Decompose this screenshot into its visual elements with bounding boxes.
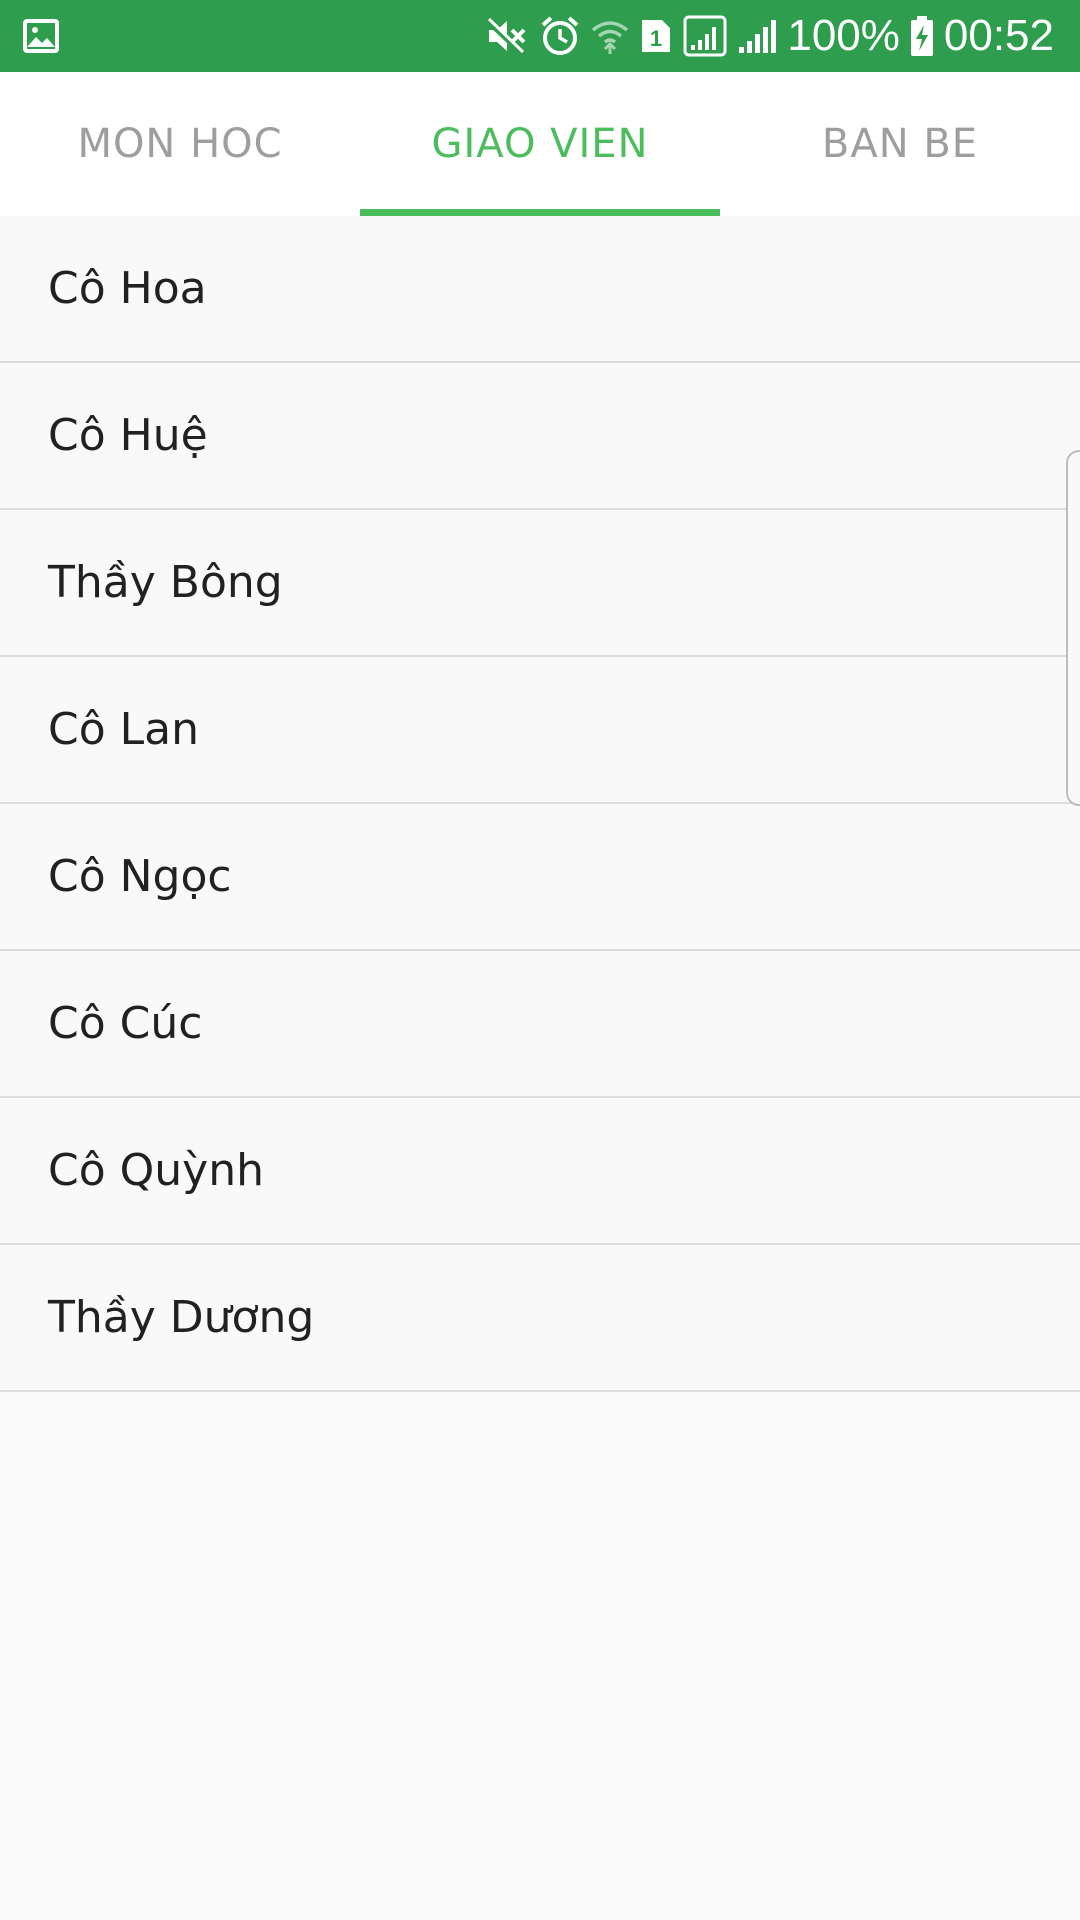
list-item[interactable]: Cô Ngọc xyxy=(0,804,1080,951)
teacher-list: Cô Hoa Cô Huệ Thầy Bông Cô Lan Cô Ngọc C… xyxy=(0,216,1080,1392)
tab-ban-be[interactable]: BAN BE xyxy=(720,72,1080,216)
signal-icon xyxy=(683,0,727,72)
battery-percent: 100% xyxy=(787,11,900,60)
tab-indicator xyxy=(360,209,720,216)
tab-bar: MON HOC GIAO VIEN BAN BE xyxy=(0,72,1080,216)
list-item[interactable]: Cô Hoa xyxy=(0,216,1080,363)
tab-giao-vien[interactable]: GIAO VIEN xyxy=(360,72,720,216)
list-item[interactable]: Cô Cúc xyxy=(0,951,1080,1098)
mute-icon xyxy=(485,0,529,72)
clock: 00:52 xyxy=(943,11,1054,60)
alarm-icon xyxy=(539,0,581,72)
svg-text:1: 1 xyxy=(650,26,662,51)
status-bar: 1 100% 00:52 xyxy=(0,0,1080,72)
list-item[interactable]: Thầy Dương xyxy=(0,1245,1080,1392)
list-item[interactable]: Cô Quỳnh xyxy=(0,1098,1080,1245)
list-item[interactable]: Cô Huệ xyxy=(0,363,1080,510)
wifi-icon xyxy=(591,0,629,72)
gallery-icon xyxy=(22,18,60,54)
tab-giao-vien-label: GIAO VIEN xyxy=(431,121,649,167)
list-item[interactable]: Cô Lan xyxy=(0,657,1080,804)
signal-icon-2 xyxy=(737,0,777,72)
edge-panel-handle[interactable] xyxy=(1066,450,1080,806)
list-item[interactable]: Thầy Bông xyxy=(0,510,1080,657)
battery-charging-icon xyxy=(910,0,934,72)
sim-icon: 1 xyxy=(639,0,673,72)
tab-mon-hoc[interactable]: MON HOC xyxy=(0,72,360,216)
